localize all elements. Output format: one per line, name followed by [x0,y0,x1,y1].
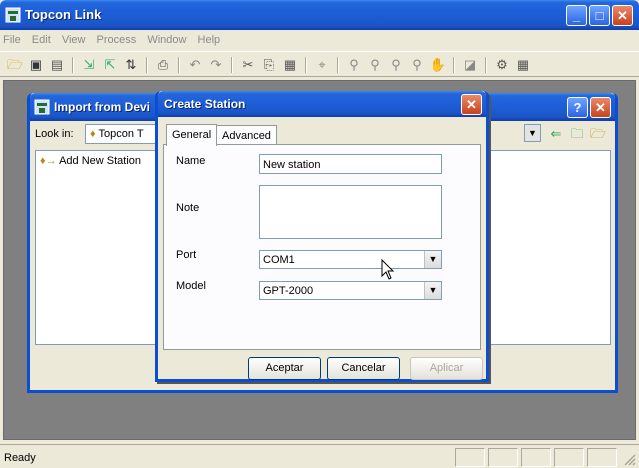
name-label: Name [176,155,206,167]
menu-file[interactable]: File [0,31,25,46]
paste-icon[interactable]: ▦ [281,56,299,74]
folder-icon: ♦ [90,128,96,140]
look-in-value: Topcon T [98,128,144,140]
new-folder-icon[interactable]: 🗁 [588,124,608,143]
status-bar: Ready [0,444,639,468]
map-view-icon[interactable]: ◪ [461,56,479,74]
chevron-down-icon[interactable]: ▼ [424,282,441,299]
menu-process[interactable]: Process [93,31,141,46]
back-icon[interactable]: ⇐ [546,124,566,143]
dialog-title: Create Station [164,97,246,111]
model-label: Model [176,280,206,292]
topcon-link-app-icon [5,7,21,23]
ok-button[interactable]: Aceptar [248,357,321,380]
toolbar-separator [146,57,148,73]
general-tab-panel: Name New station Note Port COM1 ▼ Model … [163,144,481,350]
chevron-down-icon[interactable]: ▼ [424,251,441,268]
cut-icon[interactable]: ✂ [239,56,257,74]
create-station-dialog: Create Station ✕ General Advanced Name N… [155,91,489,382]
properties-icon[interactable]: ▤ [48,56,66,74]
copy-icon[interactable]: ⎘ [260,56,278,74]
settings-icon[interactable]: ⚙ [493,56,511,74]
menu-view[interactable]: View [58,31,90,46]
tab-advanced[interactable]: Advanced [216,125,277,145]
print-icon[interactable]: ⎙ [154,56,172,74]
toolbar-separator [485,57,487,73]
import-icon[interactable]: ⇲ [80,56,98,74]
maximize-button[interactable]: □ [589,5,610,26]
list-item-label: Add New Station [59,155,142,167]
grid-icon[interactable]: ▦ [514,56,532,74]
port-value: COM1 [263,254,295,266]
status-cell [488,448,518,467]
redo-icon[interactable]: ↷ [207,56,225,74]
dialog-close-button[interactable]: ✕ [461,94,482,115]
cancel-button[interactable]: Cancelar [327,357,400,380]
look-in-dropdown-arrow[interactable]: ▼ [524,124,541,142]
apply-button[interactable]: Aplicar [410,357,483,380]
up-folder-icon[interactable]: 🗀 [567,124,587,143]
zoom-all-icon[interactable]: ⚲ [387,56,405,74]
tab-general[interactable]: General [166,124,218,146]
close-button[interactable]: ✕ [612,5,633,26]
title-bar[interactable]: Topcon Link _ □ ✕ [0,0,639,30]
status-cell [521,448,551,467]
save-icon[interactable]: ▣ [27,56,45,74]
name-field[interactable]: New station [259,154,442,174]
toolbar: 🗁 ▣ ▤ ⇲ ⇱ ⇅ ⎙ ↶ ↷ ✂ ⎘ ▦ ⌖ ⚲ ⚲ ⚲ ⚲ ✋ ◪ ⚙ … [0,51,639,77]
status-cell [455,448,485,467]
status-cell [554,448,584,467]
port-label: Port [176,249,197,261]
toolbar-separator [337,57,339,73]
app-window: Topcon Link _ □ ✕ File Edit View Process… [0,0,639,468]
export-icon[interactable]: ⇱ [101,56,119,74]
pointer-icon[interactable]: ⌖ [313,56,331,74]
look-in-combo[interactable]: ♦ Topcon T [85,124,165,144]
dialog-title-bar[interactable]: Create Station ✕ [158,91,486,117]
add-station-icon: ♦→ [40,155,57,167]
model-select[interactable]: GPT-2000 ▼ [259,281,442,300]
help-button[interactable]: ? [567,97,588,118]
model-value: GPT-2000 [263,285,314,297]
toolbar-separator [72,57,74,73]
open-folder-icon[interactable]: 🗁 [6,56,24,74]
status-text: Ready [4,452,36,464]
pan-hand-icon[interactable]: ✋ [429,56,447,74]
look-in-label: Look in: [35,128,74,140]
toolbar-separator [178,57,180,73]
note-label: Note [176,202,200,214]
status-cell [587,448,617,467]
menu-bar: File Edit View Process Window Help [0,31,639,50]
app-title: Topcon Link [25,7,102,22]
port-select[interactable]: COM1 ▼ [259,250,442,269]
import-window-icon [34,99,50,115]
list-item[interactable]: ♦→ Add New Station [40,155,141,167]
note-field[interactable] [259,185,442,239]
import-window-title: Import from Devi [54,100,151,114]
process-icon[interactable]: ⇅ [122,56,140,74]
toolbar-separator [305,57,307,73]
menu-edit[interactable]: Edit [28,31,55,46]
toolbar-separator [231,57,233,73]
resize-grip-icon[interactable] [624,454,636,466]
toolbar-separator [453,57,455,73]
menu-help[interactable]: Help [194,31,225,46]
zoom-in-icon[interactable]: ⚲ [345,56,363,74]
mouse-cursor-icon [381,259,395,280]
undo-icon[interactable]: ↶ [186,56,204,74]
zoom-out-icon[interactable]: ⚲ [366,56,384,74]
minimize-button[interactable]: _ [566,5,587,26]
menu-window[interactable]: Window [143,31,190,46]
import-close-button[interactable]: ✕ [590,97,611,118]
zoom-window-icon[interactable]: ⚲ [408,56,426,74]
